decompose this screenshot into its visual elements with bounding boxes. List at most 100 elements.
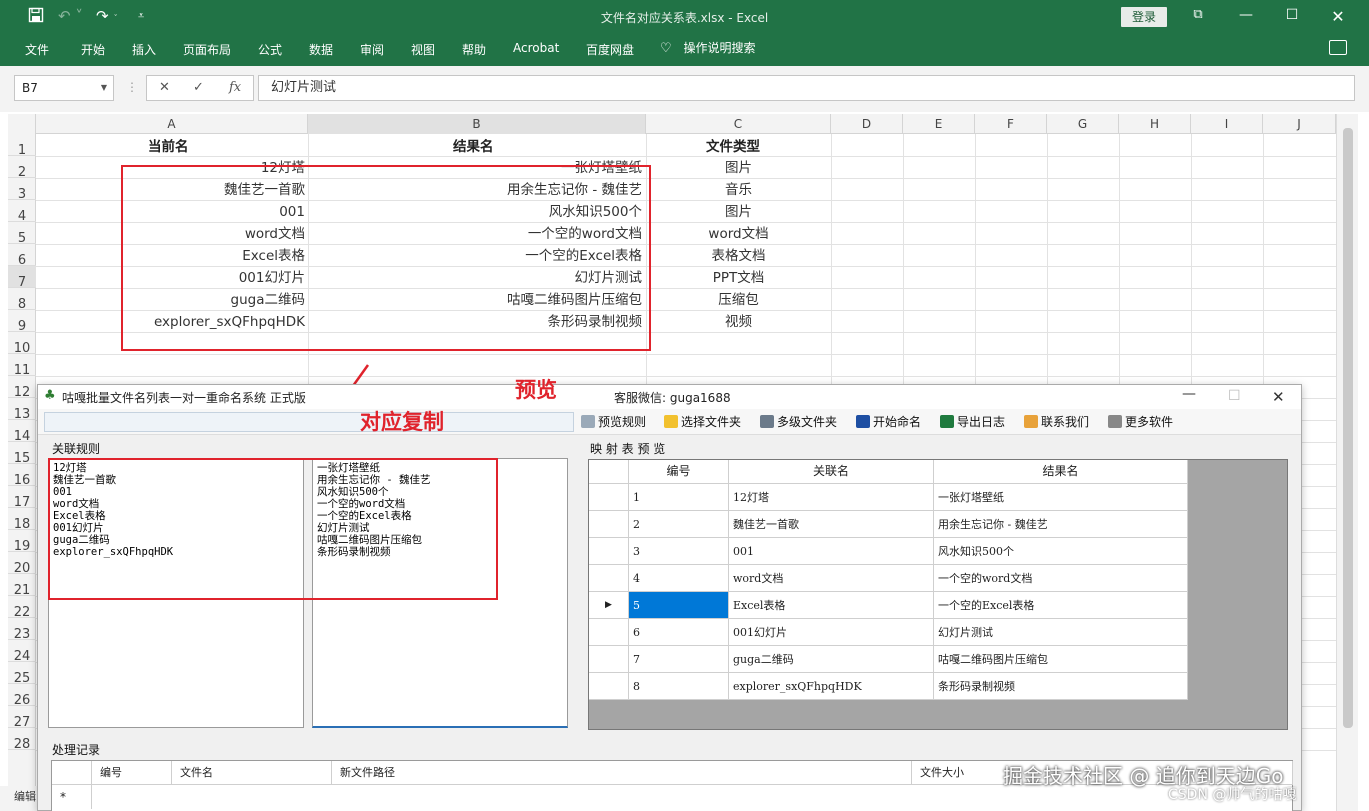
tell-me-search[interactable]: ♡ 操作说明搜索	[660, 39, 756, 56]
row-header-2[interactable]: 2	[8, 156, 36, 180]
toolbar-button-preview[interactable]: 预览规则	[581, 413, 646, 430]
tab-insert[interactable]: 插入	[132, 41, 156, 58]
column-header-i[interactable]: I	[1191, 114, 1263, 134]
row-header-8[interactable]: 8	[8, 288, 36, 312]
tab-file[interactable]: 文件	[25, 41, 49, 58]
cell-c5[interactable]: word文档	[646, 223, 831, 245]
select-all-corner[interactable]	[8, 114, 36, 134]
cancel-icon[interactable]: ✕	[159, 80, 170, 95]
mapping-cell-result[interactable]: 条形码录制视频	[934, 673, 1188, 699]
mapping-row[interactable]: 2 魏佳艺一首歌 用余生忘记你 - 魏佳艺	[589, 511, 1188, 538]
toolbar-button-start[interactable]: 开始命名	[856, 413, 921, 430]
enter-check-icon[interactable]: ✓	[193, 80, 204, 95]
log-header-filename[interactable]: 文件名	[172, 761, 332, 785]
row-header-27[interactable]: 27	[8, 706, 36, 730]
log-header-no[interactable]: 编号	[92, 761, 172, 785]
cell-c3[interactable]: 音乐	[646, 179, 831, 201]
row-header-9[interactable]: 9	[8, 310, 36, 334]
mapping-cell-no[interactable]: 8	[629, 673, 729, 699]
tab-page-layout[interactable]: 页面布局	[183, 41, 231, 58]
row-header-7[interactable]: 7	[8, 266, 36, 290]
row-header-28[interactable]: 28	[8, 728, 36, 752]
row-selector[interactable]: ▶	[589, 592, 629, 618]
row-header-4[interactable]: 4	[8, 200, 36, 224]
cell-c7[interactable]: PPT文档	[646, 267, 831, 289]
cell-c8[interactable]: 压缩包	[646, 289, 831, 311]
app-close-icon[interactable]: ✕	[1272, 388, 1285, 406]
minimize-icon[interactable]: —	[1234, 7, 1258, 23]
tab-baidu-netdisk[interactable]: 百度网盘	[586, 41, 634, 58]
vertical-scrollbar[interactable]	[1336, 114, 1358, 811]
mapping-cell-no[interactable]: 4	[629, 565, 729, 591]
mapping-row[interactable]: 8 explorer_sxQFhpqHDK 条形码录制视频	[589, 673, 1188, 700]
mapping-cell-no[interactable]: 2	[629, 511, 729, 537]
row-header-10[interactable]: 10	[8, 332, 36, 356]
mapping-cell-assoc[interactable]: Excel表格	[729, 592, 934, 618]
login-button[interactable]: 登录	[1121, 7, 1167, 27]
mapping-cell-result[interactable]: 咕嘎二维码图片压缩包	[934, 646, 1188, 672]
tab-formulas[interactable]: 公式	[258, 41, 282, 58]
column-header-b[interactable]: B	[308, 114, 646, 134]
column-header-f[interactable]: F	[975, 114, 1047, 134]
row-header-21[interactable]: 21	[8, 574, 36, 598]
mapping-cell-result[interactable]: 一张灯塔壁纸	[934, 484, 1188, 510]
toolbar-button-contact[interactable]: 联系我们	[1024, 413, 1089, 430]
row-selector[interactable]	[589, 565, 629, 591]
mapping-row[interactable]: 4 word文档 一个空的word文档	[589, 565, 1188, 592]
mapping-header-result[interactable]: 结果名	[934, 460, 1188, 483]
row-header-26[interactable]: 26	[8, 684, 36, 708]
column-header-d[interactable]: D	[831, 114, 903, 134]
mapping-cell-no[interactable]: 3	[629, 538, 729, 564]
mapping-cell-result[interactable]: 风水知识500个	[934, 538, 1188, 564]
row-header-5[interactable]: 5	[8, 222, 36, 246]
mapping-cell-no[interactable]: 6	[629, 619, 729, 645]
row-header-1[interactable]: 1	[8, 134, 36, 158]
column-header-j[interactable]: J	[1263, 114, 1336, 134]
toolbar-button-multi-folder[interactable]: 多级文件夹	[760, 413, 837, 430]
tab-review[interactable]: 审阅	[360, 41, 384, 58]
comments-icon[interactable]	[1329, 40, 1347, 55]
row-header-12[interactable]: 12	[8, 376, 36, 400]
cell-c4[interactable]: 图片	[646, 201, 831, 223]
toolbar-button-excel-export[interactable]: 导出日志	[940, 413, 1005, 430]
tab-home[interactable]: 开始	[81, 41, 105, 58]
column-header-a[interactable]: A	[36, 114, 308, 134]
close-icon[interactable]: ✕	[1326, 7, 1350, 26]
mapping-cell-no[interactable]: 7	[629, 646, 729, 672]
mapping-row[interactable]: 6 001幻灯片 幻灯片测试	[589, 619, 1188, 646]
row-header-25[interactable]: 25	[8, 662, 36, 686]
maximize-icon[interactable]: ☐	[1280, 7, 1304, 23]
cell-c2[interactable]: 图片	[646, 157, 831, 179]
mapping-cell-no[interactable]: 1	[629, 484, 729, 510]
row-selector[interactable]	[589, 646, 629, 672]
column-header-e[interactable]: E	[903, 114, 975, 134]
row-header-3[interactable]: 3	[8, 178, 36, 202]
app-maximize-icon[interactable]: ☐	[1228, 388, 1241, 404]
row-header-6[interactable]: 6	[8, 244, 36, 268]
row-header-22[interactable]: 22	[8, 596, 36, 620]
mapping-preview-table[interactable]: 编号 关联名 结果名 1 12灯塔 一张灯塔壁纸 2 魏佳艺一首歌 用余生忘记你 - 魏佳艺 3 0…	[588, 459, 1288, 730]
mapping-cell-assoc[interactable]: 001	[729, 538, 934, 564]
ribbon-display-icon[interactable]: ⧉	[1186, 7, 1210, 22]
mapping-cell-result[interactable]: 一个空的Excel表格	[934, 592, 1188, 618]
header-current-name[interactable]: 当前名	[148, 136, 189, 158]
column-header-h[interactable]: H	[1119, 114, 1191, 134]
row-header-16[interactable]: 16	[8, 464, 36, 488]
row-header-15[interactable]: 15	[8, 442, 36, 466]
header-result-name[interactable]: 结果名	[453, 136, 494, 158]
row-header-23[interactable]: 23	[8, 618, 36, 642]
row-header-11[interactable]: 11	[8, 354, 36, 378]
row-selector[interactable]	[589, 538, 629, 564]
mapping-cell-result[interactable]: 一个空的word文档	[934, 565, 1188, 591]
row-header-17[interactable]: 17	[8, 486, 36, 510]
toolbar-button-folder[interactable]: 选择文件夹	[664, 413, 741, 430]
mapping-cell-assoc[interactable]: word文档	[729, 565, 934, 591]
toolbar-button-grid[interactable]: 更多软件	[1108, 413, 1173, 430]
chevron-down-icon[interactable]: ▼	[101, 76, 107, 100]
row-header-24[interactable]: 24	[8, 640, 36, 664]
mapping-cell-assoc[interactable]: 001幻灯片	[729, 619, 934, 645]
mapping-header-no[interactable]: 编号	[629, 460, 729, 483]
row-header-13[interactable]: 13	[8, 398, 36, 422]
row-header-20[interactable]: 20	[8, 552, 36, 576]
cell-c6[interactable]: 表格文档	[646, 245, 831, 267]
